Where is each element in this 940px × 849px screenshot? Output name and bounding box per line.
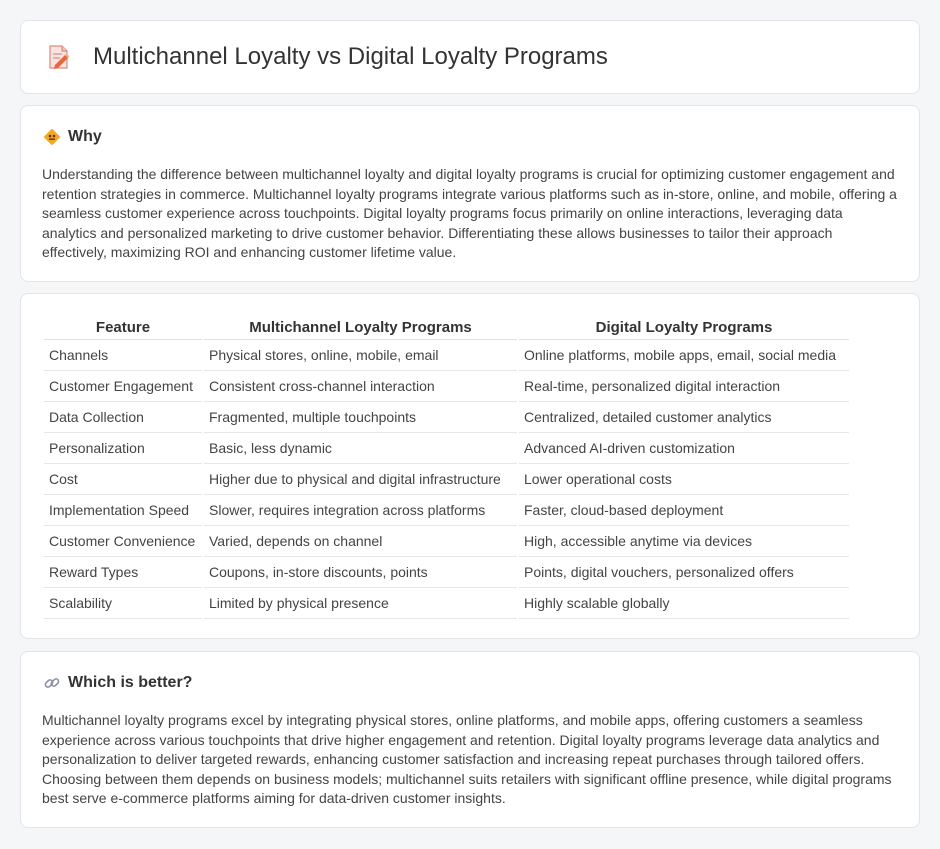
- multichannel-cell: Varied, depends on channel: [204, 526, 517, 557]
- digital-cell: Online platforms, mobile apps, email, so…: [519, 340, 849, 371]
- column-header-digital: Digital Loyalty Programs: [519, 316, 849, 340]
- feature-cell: Personalization: [44, 433, 202, 464]
- multichannel-cell: Slower, requires integration across plat…: [204, 495, 517, 526]
- feature-cell: Implementation Speed: [44, 495, 202, 526]
- feature-cell: Scalability: [44, 588, 202, 619]
- feature-cell: Reward Types: [44, 557, 202, 588]
- why-section: Why Understanding the difference between…: [20, 105, 920, 282]
- feature-cell: Channels: [44, 340, 202, 371]
- table-row: Customer Convenience Varied, depends on …: [44, 526, 849, 557]
- why-body: Understanding the difference between mul…: [42, 166, 897, 260]
- which-is-better-body: Multichannel loyalty programs excel by i…: [42, 712, 892, 806]
- digital-cell: Highly scalable globally: [519, 588, 849, 619]
- feature-cell: Data Collection: [44, 402, 202, 433]
- digital-cell: Lower operational costs: [519, 464, 849, 495]
- table-row: Scalability Limited by physical presence…: [44, 588, 849, 619]
- which-is-better-title: Which is better?: [68, 674, 193, 691]
- table-row: Reward Types Coupons, in-store discounts…: [44, 557, 849, 588]
- comparison-table-card: Feature Multichannel Loyalty Programs Di…: [20, 293, 920, 639]
- multichannel-cell: Coupons, in-store discounts, points: [204, 557, 517, 588]
- diamond-road-sign-icon: [44, 129, 60, 145]
- multichannel-cell: Higher due to physical and digital infra…: [204, 464, 517, 495]
- multichannel-cell: Basic, less dynamic: [204, 433, 517, 464]
- digital-cell: Real-time, personalized digital interact…: [519, 371, 849, 402]
- column-header-multichannel: Multichannel Loyalty Programs: [204, 316, 517, 340]
- digital-cell: Faster, cloud-based deployment: [519, 495, 849, 526]
- link-icon: [44, 678, 60, 688]
- column-header-feature: Feature: [44, 316, 202, 340]
- digital-cell: Advanced AI-driven customization: [519, 433, 849, 464]
- feature-cell: Customer Engagement: [44, 371, 202, 402]
- feature-cell: Cost: [44, 464, 202, 495]
- table-header-row: Feature Multichannel Loyalty Programs Di…: [44, 316, 849, 340]
- multichannel-cell: Physical stores, online, mobile, email: [204, 340, 517, 371]
- multichannel-cell: Limited by physical presence: [204, 588, 517, 619]
- title-card: Multichannel Loyalty vs Digital Loyalty …: [20, 20, 920, 94]
- table-row: Personalization Basic, less dynamic Adva…: [44, 433, 849, 464]
- digital-cell: High, accessible anytime via devices: [519, 526, 849, 557]
- table-row: Cost Higher due to physical and digital …: [44, 464, 849, 495]
- table-row: Channels Physical stores, online, mobile…: [44, 340, 849, 371]
- document-pencil-icon: [49, 45, 70, 69]
- comparison-table: Feature Multichannel Loyalty Programs Di…: [42, 316, 851, 619]
- which-is-better-section: Which is better? Multichannel loyalty pr…: [20, 651, 920, 828]
- multichannel-cell: Consistent cross-channel interaction: [204, 371, 517, 402]
- page-title: Multichannel Loyalty vs Digital Loyalty …: [93, 43, 608, 70]
- feature-cell: Customer Convenience: [44, 526, 202, 557]
- table-row: Data Collection Fragmented, multiple tou…: [44, 402, 849, 433]
- table-row: Implementation Speed Slower, requires in…: [44, 495, 849, 526]
- table-row: Customer Engagement Consistent cross-cha…: [44, 371, 849, 402]
- digital-cell: Points, digital vouchers, personalized o…: [519, 557, 849, 588]
- why-title: Why: [68, 128, 102, 145]
- multichannel-cell: Fragmented, multiple touchpoints: [204, 402, 517, 433]
- digital-cell: Centralized, detailed customer analytics: [519, 402, 849, 433]
